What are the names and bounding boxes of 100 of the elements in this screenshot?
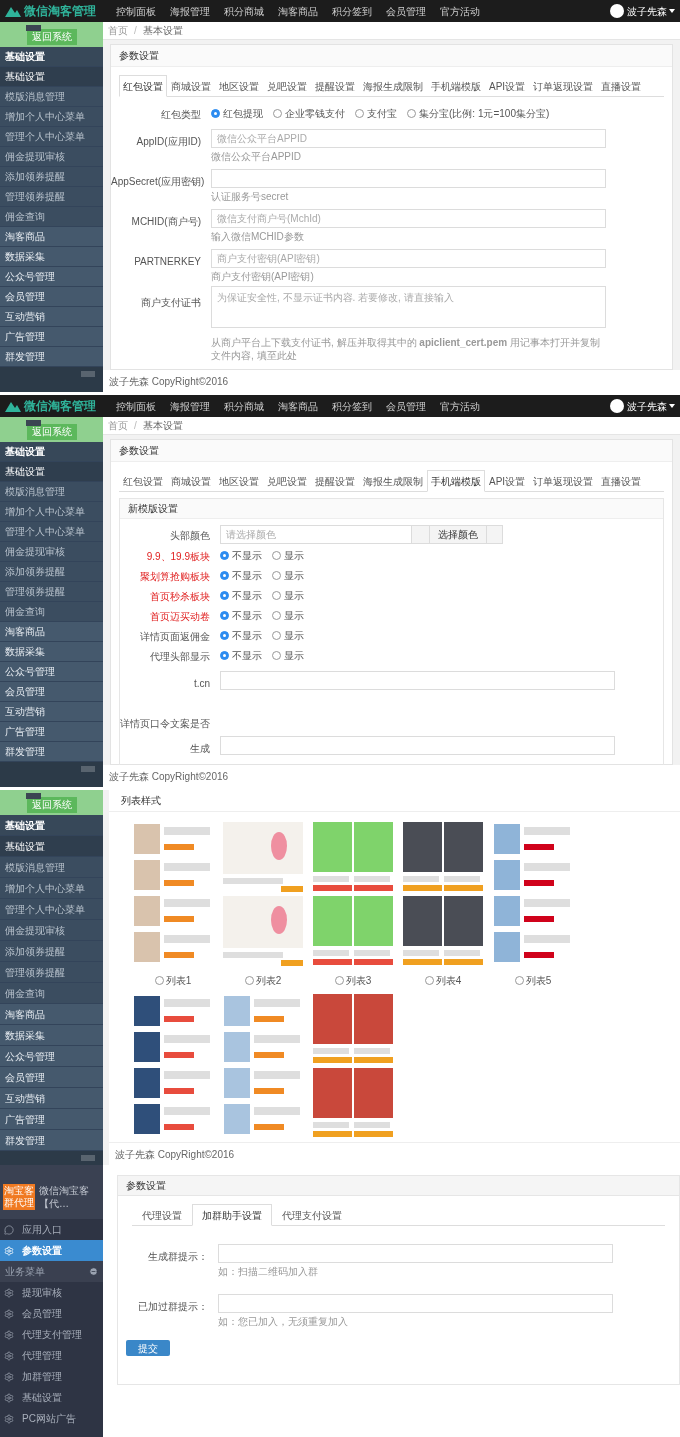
tab[interactable]: 手机端模版 (427, 470, 485, 492)
sidebar-item[interactable]: 广告管理 (0, 1109, 103, 1130)
sidebar-item[interactable]: 互动营销 (0, 1088, 103, 1109)
tab[interactable]: 红包设置 (119, 75, 167, 97)
sidebar-item[interactable]: 佣金提现审核 (0, 920, 103, 941)
tab[interactable]: 手机端模版 (427, 75, 485, 97)
user-menu[interactable]: 波子先森 (627, 3, 675, 19)
sidebar-item[interactable]: 群发管理 (0, 347, 103, 367)
nav-link[interactable]: 积分签到 (332, 398, 372, 414)
nav-link[interactable]: 官方活动 (440, 398, 480, 414)
tab[interactable]: 商城设置 (167, 470, 215, 492)
user-menu[interactable]: 波子先森 (627, 398, 675, 414)
sidebar-item[interactable]: 互动营销 (0, 702, 103, 722)
radio-button[interactable] (514, 976, 524, 985)
radio-button[interactable] (154, 976, 164, 985)
tab[interactable]: 地区设置 (215, 75, 263, 97)
sidebar-item[interactable]: 基础设置 (0, 442, 103, 462)
sidebar-item[interactable]: 管理领券提醒 (0, 962, 103, 983)
nav-link[interactable]: 控制面板 (116, 3, 156, 19)
collapse-icon[interactable] (89, 1267, 98, 1276)
text-input[interactable]: 商户支付密钥(API密钥) (211, 249, 606, 268)
sidebar-item[interactable]: 会员管理 (0, 287, 103, 307)
sidebar-item[interactable]: 群发管理 (0, 742, 103, 762)
tab[interactable]: 商城设置 (167, 75, 215, 97)
nav-link[interactable]: 淘客商品 (278, 398, 318, 414)
radio-button[interactable] (272, 650, 281, 660)
sidebar-item[interactable]: 广告管理 (0, 722, 103, 742)
tab[interactable]: 提醒设置 (311, 75, 359, 97)
sidebar-item[interactable]: 增加个人中心菜单 (0, 878, 103, 899)
sidebar-item[interactable]: 管理个人中心菜单 (0, 899, 103, 920)
radio-button[interactable] (424, 976, 434, 985)
radio-button[interactable] (272, 570, 281, 580)
menu-item[interactable]: 基础设置 (0, 1387, 103, 1408)
text-input[interactable]: 微信公众平台APPID (211, 129, 606, 148)
nav-link[interactable]: 官方活动 (440, 3, 480, 19)
tab[interactable]: 代理设置 (132, 1204, 192, 1226)
sidebar-item[interactable]: 淘客商品 (0, 622, 103, 642)
sidebar-item[interactable]: 模版消息管理 (0, 482, 103, 502)
color-picker-field[interactable]: 请选择颜色 选择颜色 (220, 524, 503, 544)
tab[interactable]: API设置 (485, 75, 530, 97)
menu-item[interactable]: 提现审核 (0, 1282, 103, 1303)
textarea-field[interactable]: 为保证安全性, 不显示证书内容. 若要修改, 请直接输入 (211, 286, 606, 328)
tab[interactable]: 红包设置 (119, 470, 167, 492)
sidebar-item[interactable]: 淘客商品 (0, 1004, 103, 1025)
radio-button[interactable] (211, 108, 220, 118)
tab[interactable]: 代理支付设置 (272, 1204, 352, 1226)
sidebar-item[interactable]: 佣金查询 (0, 602, 103, 622)
sidebar-item[interactable]: 基础设置 (0, 47, 103, 67)
tab[interactable]: 海报生成限制 (359, 470, 427, 492)
text-input[interactable] (220, 736, 615, 755)
radio-button[interactable] (220, 630, 229, 640)
radio-button[interactable] (220, 570, 229, 580)
nav-link[interactable]: 积分商城 (224, 3, 264, 19)
menu-item[interactable]: 会员管理 (0, 1303, 103, 1324)
radio-button[interactable] (272, 590, 281, 600)
sidebar-item[interactable]: 增加个人中心菜单 (0, 502, 103, 522)
text-input[interactable] (211, 169, 606, 188)
radio-button[interactable] (220, 550, 229, 560)
sidebar-item[interactable]: 基础设置 (0, 67, 103, 87)
sidebar-item[interactable]: 佣金提现审核 (0, 542, 103, 562)
nav-link[interactable]: 会员管理 (386, 3, 426, 19)
sidebar-item[interactable]: 添加领券提醒 (0, 167, 103, 187)
sidebar-item[interactable]: 数据采集 (0, 1025, 103, 1046)
sidebar-item[interactable]: 数据采集 (0, 247, 103, 267)
menu-item[interactable]: PC网站广告 (0, 1408, 103, 1429)
nav-link[interactable]: 海报管理 (170, 3, 210, 19)
menu-item[interactable]: 参数设置 (0, 1240, 103, 1261)
sidebar-item[interactable]: 管理个人中心菜单 (0, 127, 103, 147)
sidebar-item[interactable]: 管理个人中心菜单 (0, 522, 103, 542)
sidebar-item[interactable]: 添加领券提醒 (0, 562, 103, 582)
sidebar-item[interactable]: 广告管理 (0, 327, 103, 347)
sidebar-item[interactable]: 会员管理 (0, 1067, 103, 1088)
sidebar-item[interactable]: 佣金查询 (0, 207, 103, 227)
nav-link[interactable]: 淘客商品 (278, 3, 318, 19)
tab[interactable]: 直播设置 (597, 75, 646, 97)
sidebar-item[interactable]: 增加个人中心菜单 (0, 107, 103, 127)
text-input[interactable] (218, 1294, 613, 1313)
sidebar-item[interactable]: 佣金查询 (0, 983, 103, 1004)
menu-item[interactable]: 加群管理 (0, 1366, 103, 1387)
sidebar-item[interactable]: 公众号管理 (0, 662, 103, 682)
tab[interactable]: 海报生成限制 (359, 75, 427, 97)
menu-item[interactable]: 代理管理 (0, 1345, 103, 1366)
tab[interactable]: 兑吧设置 (263, 470, 311, 492)
sidebar-item[interactable]: 模版消息管理 (0, 87, 103, 107)
radio-button[interactable] (272, 610, 281, 620)
tab[interactable]: 订单返现设置 (529, 470, 598, 492)
sidebar-item[interactable]: 淘客商品 (0, 227, 103, 247)
text-input[interactable]: 微信支付商户号(MchId) (211, 209, 606, 228)
tab[interactable]: 订单返现设置 (529, 75, 598, 97)
radio-button[interactable] (220, 650, 229, 660)
sidebar-item[interactable]: 公众号管理 (0, 267, 103, 287)
sidebar-item[interactable]: 佣金提现审核 (0, 147, 103, 167)
sidebar-item[interactable]: 公众号管理 (0, 1046, 103, 1067)
sidebar-item[interactable]: 添加领券提醒 (0, 941, 103, 962)
menu-item[interactable]: 应用入口 (0, 1219, 103, 1240)
sidebar-item[interactable]: 基础设置 (0, 815, 103, 836)
radio-button[interactable] (244, 976, 254, 985)
tab[interactable]: 提醒设置 (311, 470, 359, 492)
sidebar-item[interactable]: 基础设置 (0, 836, 103, 857)
sidebar-item[interactable]: 管理领券提醒 (0, 582, 103, 602)
